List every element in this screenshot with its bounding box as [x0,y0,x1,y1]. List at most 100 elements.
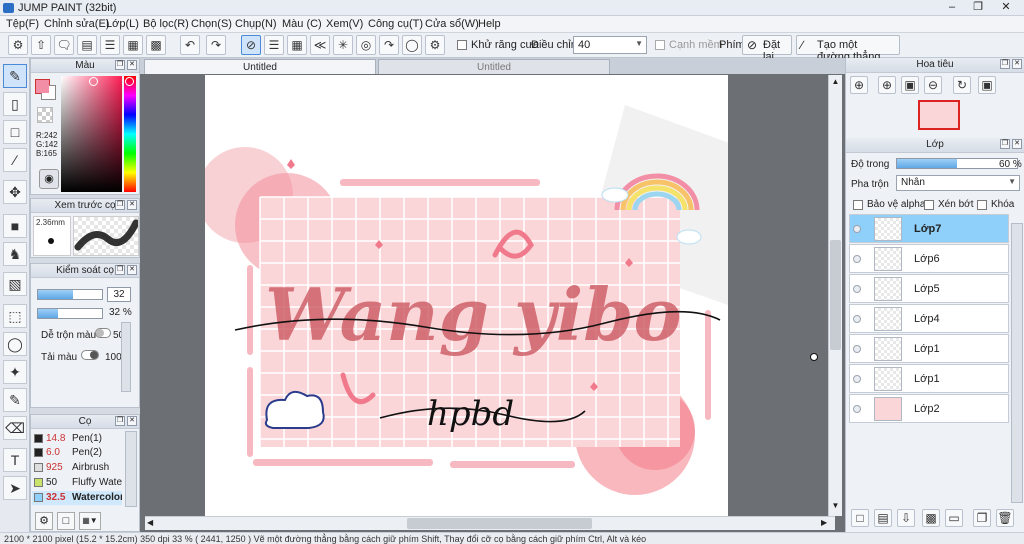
folder-icon[interactable]: ▭ [945,509,963,527]
reset-button[interactable]: ⊘ Đặt lại [742,35,792,63]
document-icon[interactable]: ☰ [100,35,120,55]
brush-item[interactable]: 925 Airbrush [32,461,122,475]
layer-row-selected[interactable]: Lớp7 [849,214,1009,243]
text-icon[interactable]: T [3,448,27,472]
panel-float-icon[interactable]: ❐ [1000,139,1010,149]
brush-menu-icon[interactable]: ▦▼ [79,512,101,530]
panel-float-icon[interactable]: ❐ [115,60,125,70]
fill-rect-icon[interactable]: ■ [3,214,27,238]
grid-icon[interactable]: ▩ [146,35,166,55]
circle-ruler-icon[interactable]: ◯ [402,35,422,55]
eye-icon[interactable] [853,255,861,263]
layers-scrollbar[interactable] [1011,223,1023,503]
layer-row[interactable]: Lớp2 [849,394,1009,423]
menu-help[interactable]: Help [478,18,501,30]
curve-icon[interactable]: ↷ [379,35,399,55]
layer-blend-select[interactable]: Nhân ▼ [896,175,1020,191]
straight-line-button[interactable]: ∕ Tạo một đường thẳng [796,35,900,63]
delete-layer-icon[interactable]: 🗑 [996,509,1014,527]
clip-checkbox[interactable] [924,200,934,210]
undo-icon[interactable]: ↶ [180,35,200,55]
brush-item[interactable]: 6.0 Pen(2) [32,446,122,460]
palette-icon[interactable]: ◉ [39,169,59,189]
panel-close-icon[interactable]: ✕ [1012,139,1022,149]
layer-row[interactable]: Lớp5 [849,274,1009,303]
edge-checkbox[interactable] [655,40,665,50]
chat-icon[interactable]: ▤ [77,35,97,55]
merge-layer-icon[interactable]: ⇩ [897,509,915,527]
menu-select[interactable]: Chọn(S) [191,18,232,30]
eye-icon[interactable] [853,315,861,323]
menu-file[interactable]: Tệp(F) [6,18,39,30]
panel-float-icon[interactable]: ❐ [1000,59,1010,69]
panel-close-icon[interactable]: ✕ [127,265,137,275]
drawing-canvas[interactable]: Wang yibo hpbd [205,75,728,516]
gradient-icon[interactable]: ▧ [3,272,27,296]
lasso-icon[interactable]: ◯ [3,332,27,356]
color-cursor[interactable] [89,77,98,86]
menu-capture[interactable]: Chụp(N) [235,18,277,30]
menu-filter[interactable]: Bộ lọc(R) [143,18,189,30]
menu-view[interactable]: Xem(V) [326,18,363,30]
rect-select-icon[interactable]: ⬚ [3,304,27,328]
scroll-down-icon[interactable]: ▼ [830,501,841,512]
eyedropper-icon[interactable]: ➤ [3,476,27,500]
ruler-off-icon[interactable]: ⊘ [241,35,261,55]
menu-tools[interactable]: Công cụ(T) [368,18,423,30]
panel-float-icon[interactable]: ❐ [115,200,125,210]
eraser-icon[interactable]: ▯ [3,92,27,116]
close-icon[interactable]: ✕ [994,0,1018,15]
new-brush-icon[interactable]: □ [57,512,75,530]
select-pen-icon[interactable]: ✎ [3,388,27,412]
ruler-settings-icon[interactable]: ⚙ [425,35,445,55]
zoom-in-icon[interactable]: ⊕ [878,76,896,94]
vertical-scrollbar[interactable]: ▲ ▼ [828,75,842,516]
layer-row[interactable]: Lớp1 [849,334,1009,363]
lock-checkbox[interactable] [977,200,987,210]
brush-icon[interactable]: ✎ [3,64,27,88]
brush-size-slider[interactable] [37,289,103,300]
rotate-icon[interactable]: ↻ [953,76,971,94]
parallel-ruler-icon[interactable]: ☰ [264,35,284,55]
redo-icon[interactable]: ↷ [206,35,226,55]
tab-untitled-1[interactable]: Untitled [144,59,376,74]
vertical-scroll-thumb[interactable] [830,240,841,350]
export-icon[interactable]: ⇧ [31,35,51,55]
protect-alpha-checkbox[interactable] [853,200,863,210]
scroll-left-icon[interactable]: ◀ [147,518,158,529]
menu-edit[interactable]: Chỉnh sửa(E) [44,18,109,30]
menu-window[interactable]: Cửa sổ(W) [425,18,479,30]
adjust-select[interactable]: 40 ▼ [573,36,647,54]
menu-color[interactable]: Màu (C) [282,18,322,30]
duplicate-layer-icon[interactable]: ❐ [973,509,991,527]
eye-icon[interactable] [853,225,861,233]
brush-item-selected[interactable]: 32.5 Watercolor [32,491,122,505]
panel-float-icon[interactable]: ❐ [115,265,125,275]
grid-ruler-icon[interactable]: ▦ [287,35,307,55]
menu-layer[interactable]: Lớp(L) [106,18,139,30]
copy-layer-icon[interactable]: ▤ [874,509,892,527]
eye-icon[interactable] [853,375,861,383]
line-tool-icon[interactable]: ∕ [3,148,27,172]
select-eraser-icon[interactable]: ⌫ [3,416,27,440]
transparent-color-swatch[interactable] [37,107,53,123]
hue-slider[interactable] [124,76,136,192]
magic-wand-icon[interactable]: ✦ [3,360,27,384]
radial-icon[interactable]: ✳ [333,35,353,55]
layer-row[interactable]: Lớp1 [849,364,1009,393]
brush-opacity-slider[interactable] [37,308,103,319]
bucket-icon[interactable]: ♞ [3,242,27,266]
navigator-thumbnail[interactable] [918,100,960,130]
flip-icon[interactable]: ▣ [978,76,996,94]
concentric-icon[interactable]: ◎ [356,35,376,55]
panel-float-icon[interactable]: ❐ [115,416,125,426]
page-icon[interactable]: ▦ [123,35,143,55]
brush-control-scrollbar[interactable] [121,322,131,392]
zoom-out-icon[interactable]: ⊖ [924,76,942,94]
zoom-fit-icon[interactable]: ⊕ [850,76,868,94]
move-icon[interactable]: ✥ [3,180,27,204]
panel-close-icon[interactable]: ✕ [127,200,137,210]
panel-close-icon[interactable]: ✕ [1012,59,1022,69]
paint-toggle[interactable] [81,350,99,360]
new-layer-icon[interactable]: □ [851,509,869,527]
